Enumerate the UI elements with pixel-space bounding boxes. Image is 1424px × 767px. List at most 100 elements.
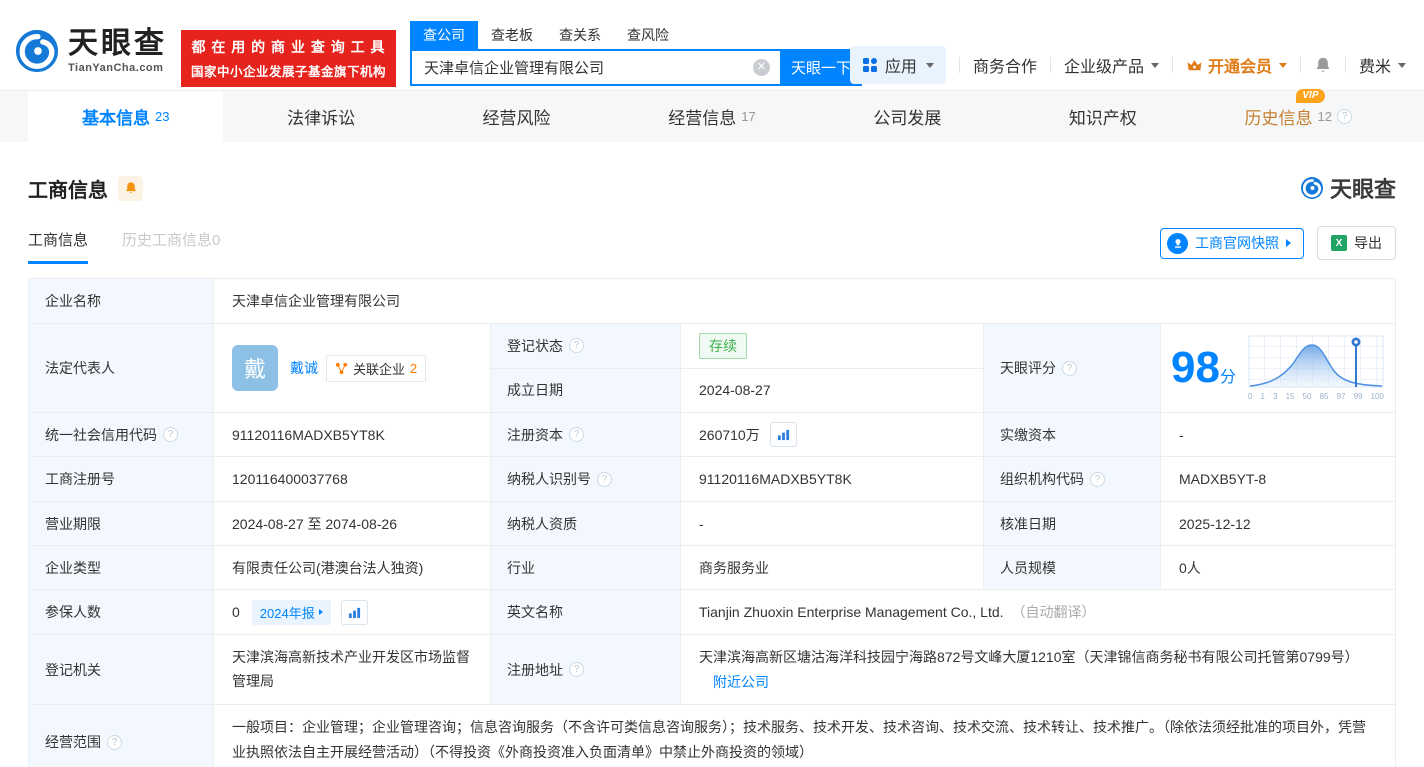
field-label-industry: 行业 xyxy=(491,546,681,589)
apps-menu[interactable]: 应用 xyxy=(849,46,946,84)
logo-domain: TianYanCha.com xyxy=(68,61,164,74)
field-label-company-type: 企业类型 xyxy=(29,546,214,589)
score-distribution-chart[interactable]: 0 1 3 15 50 85 97 99 100 xyxy=(1248,335,1384,401)
field-value-credit-code: 91120116MADXB5YT8K xyxy=(214,413,491,456)
field-label-insured-count: 参保人数 xyxy=(29,590,214,634)
legal-rep-name-link[interactable]: 戴诚 xyxy=(290,358,318,378)
section-header: 工商信息 天眼查 xyxy=(28,172,1396,204)
stamp-icon xyxy=(1167,232,1188,254)
legal-rep-avatar[interactable]: 戴 xyxy=(232,345,278,391)
tab-business-info[interactable]: 经营信息 17 xyxy=(614,91,809,142)
field-value-business-term: 2024-08-27 至 2074-08-26 xyxy=(214,502,491,545)
table-row: 统一社会信用代码? 91120116MADXB5YT8K 注册资本? 26071… xyxy=(29,413,1395,457)
subtab-history-business-info[interactable]: 历史工商信息0 xyxy=(122,229,220,264)
field-label-credit-code: 统一社会信用代码? xyxy=(29,413,214,456)
help-icon[interactable]: ? xyxy=(569,662,584,677)
insured-chart-button[interactable] xyxy=(340,599,368,625)
section-title: 工商信息 xyxy=(28,179,108,202)
top-nav: 应用 商务合作 企业级产品 开通会员 费米 xyxy=(849,46,1406,84)
search-tab-risk[interactable]: 查风险 xyxy=(614,21,682,49)
help-icon[interactable]: ? xyxy=(1336,109,1352,124)
search-area: 查公司 查老板 查关系 查风险 ✕ 天眼一下 xyxy=(410,21,863,86)
help-icon[interactable]: ? xyxy=(1090,471,1105,487)
help-icon[interactable]: ? xyxy=(163,427,178,442)
nav-open-membership[interactable]: 开通会员 xyxy=(1186,53,1287,77)
brand-slogan-banner: 都 在 用 的 商 业 查 询 工 具 国家中小企业发展子基金旗下机构 xyxy=(181,30,397,87)
field-value-insured-count: 0 2024年报 xyxy=(214,590,491,634)
business-info-table: 企业名称 天津卓信企业管理有限公司 法定代表人 戴 戴诚 关联企业 2 登记状态… xyxy=(28,278,1396,767)
field-label-tianyan-score: 天眼评分? xyxy=(984,324,1161,412)
table-row: 经营范围? 一般项目：企业管理；企业管理咨询；信息咨询服务（不含许可类信息咨询服… xyxy=(29,705,1395,767)
score-value: 98 xyxy=(1171,343,1220,392)
field-label-establish-date: 成立日期 xyxy=(491,368,681,412)
field-label-business-term: 营业期限 xyxy=(29,502,214,545)
tab-history-info[interactable]: 历史信息 VIP 12 ? xyxy=(1201,89,1396,142)
tianyancha-logo[interactable]: 天眼查 TianYanCha.com xyxy=(14,28,167,74)
tianyancha-swirl-icon xyxy=(1300,177,1323,199)
user-account-menu[interactable]: 费米 xyxy=(1359,53,1406,77)
field-label-company-name: 企业名称 xyxy=(29,279,214,323)
notifications-bell[interactable] xyxy=(1314,56,1332,74)
field-value-establish-date: 2024-08-27 xyxy=(681,368,983,412)
field-label-registration-number: 工商注册号 xyxy=(29,457,214,501)
score-axis-labels: 0 1 3 15 50 85 97 99 100 xyxy=(1247,392,1384,401)
field-label-paid-capital: 实缴资本 xyxy=(984,413,1161,456)
tab-intellectual-property[interactable]: 知识产权 xyxy=(1005,91,1200,142)
field-label-taxpayer-quality: 纳税人资质 xyxy=(491,502,681,545)
help-icon[interactable]: ? xyxy=(569,338,584,354)
field-label-registered-address: 注册地址? xyxy=(491,635,681,704)
arrow-right-icon xyxy=(318,609,323,615)
field-value-approval-date: 2025-12-12 xyxy=(1161,502,1395,545)
related-companies-badge[interactable]: 关联企业 2 xyxy=(326,354,427,382)
table-row: 参保人数 0 2024年报 英文名称 Tianjin Zhuoxin Enter… xyxy=(29,590,1395,635)
help-icon[interactable]: ? xyxy=(597,471,612,487)
bar-chart-icon xyxy=(777,429,789,441)
field-label-org-code: 组织机构代码? xyxy=(984,457,1161,501)
tab-operation-risk[interactable]: 经营风险 xyxy=(419,91,614,142)
field-value-industry: 商务服务业 xyxy=(681,546,984,589)
bell-icon xyxy=(125,182,136,194)
search-tab-boss[interactable]: 查老板 xyxy=(478,21,546,49)
field-label-business-scope: 经营范围? xyxy=(29,705,214,767)
tab-basic-info[interactable]: 基本信息 23 xyxy=(28,91,224,142)
official-snapshot-button[interactable]: 工商官网快照 xyxy=(1160,227,1304,259)
slogan-line2: 国家中小企业发展子基金旗下机构 xyxy=(191,65,387,79)
table-row: 企业名称 天津卓信企业管理有限公司 xyxy=(29,279,1395,324)
help-icon[interactable]: ? xyxy=(107,734,122,750)
chevron-down-icon xyxy=(925,62,934,68)
nav-enterprise-products[interactable]: 企业级产品 xyxy=(1064,53,1159,77)
field-value-company-name: 天津卓信企业管理有限公司 xyxy=(214,279,1395,323)
table-row: 企业类型 有限责任公司(港澳台法人独资) 行业 商务服务业 人员规模 0人 xyxy=(29,546,1395,590)
field-value-staff-size: 0人 xyxy=(1161,546,1395,589)
search-input[interactable] xyxy=(410,49,781,86)
subscribe-bell-button[interactable] xyxy=(118,175,143,201)
tab-legal-litigation[interactable]: 法律诉讼 xyxy=(223,91,418,142)
export-button[interactable]: X 导出 xyxy=(1317,226,1396,260)
subsection-tabs-row: 工商信息 历史工商信息0 工商官网快照 X 导出 xyxy=(28,226,1396,266)
chevron-down-icon xyxy=(1150,62,1159,68)
field-value-registration-status: 存续 xyxy=(681,324,983,368)
help-icon[interactable]: ? xyxy=(1062,360,1077,376)
field-label-registration-status: 登记状态? xyxy=(491,324,681,368)
subtab-business-info[interactable]: 工商信息 xyxy=(28,229,89,264)
field-label-english-name: 英文名称 xyxy=(491,590,681,634)
field-value-org-code: MADXB5YT-8 xyxy=(1161,457,1395,501)
annual-report-tag[interactable]: 2024年报 xyxy=(251,599,331,625)
help-icon[interactable]: ? xyxy=(569,427,584,442)
tianyancha-swirl-icon xyxy=(15,29,59,73)
search-tabs: 查公司 查老板 查关系 查风险 xyxy=(410,21,862,49)
field-value-legal-representative: 戴 戴诚 关联企业 2 xyxy=(214,324,491,412)
search-tab-relation[interactable]: 查关系 xyxy=(546,21,614,49)
search-tab-company[interactable]: 查公司 xyxy=(410,21,479,49)
tab-company-development[interactable]: 公司发展 xyxy=(810,91,1005,142)
page: 天眼查 TianYanCha.com 都 在 用 的 商 业 查 询 工 具 国… xyxy=(0,0,1424,767)
capital-chart-button[interactable] xyxy=(769,422,797,447)
chevron-down-icon xyxy=(1398,62,1406,68)
grid-apps-icon xyxy=(862,58,877,72)
status-badge: 存续 xyxy=(699,332,747,359)
nearby-companies-link[interactable]: 附近公司 xyxy=(713,674,769,690)
nav-business-cooperation[interactable]: 商务合作 xyxy=(973,53,1037,77)
network-icon xyxy=(335,362,348,374)
arrow-right-icon xyxy=(1286,239,1291,247)
clear-search-icon[interactable]: ✕ xyxy=(753,59,771,76)
